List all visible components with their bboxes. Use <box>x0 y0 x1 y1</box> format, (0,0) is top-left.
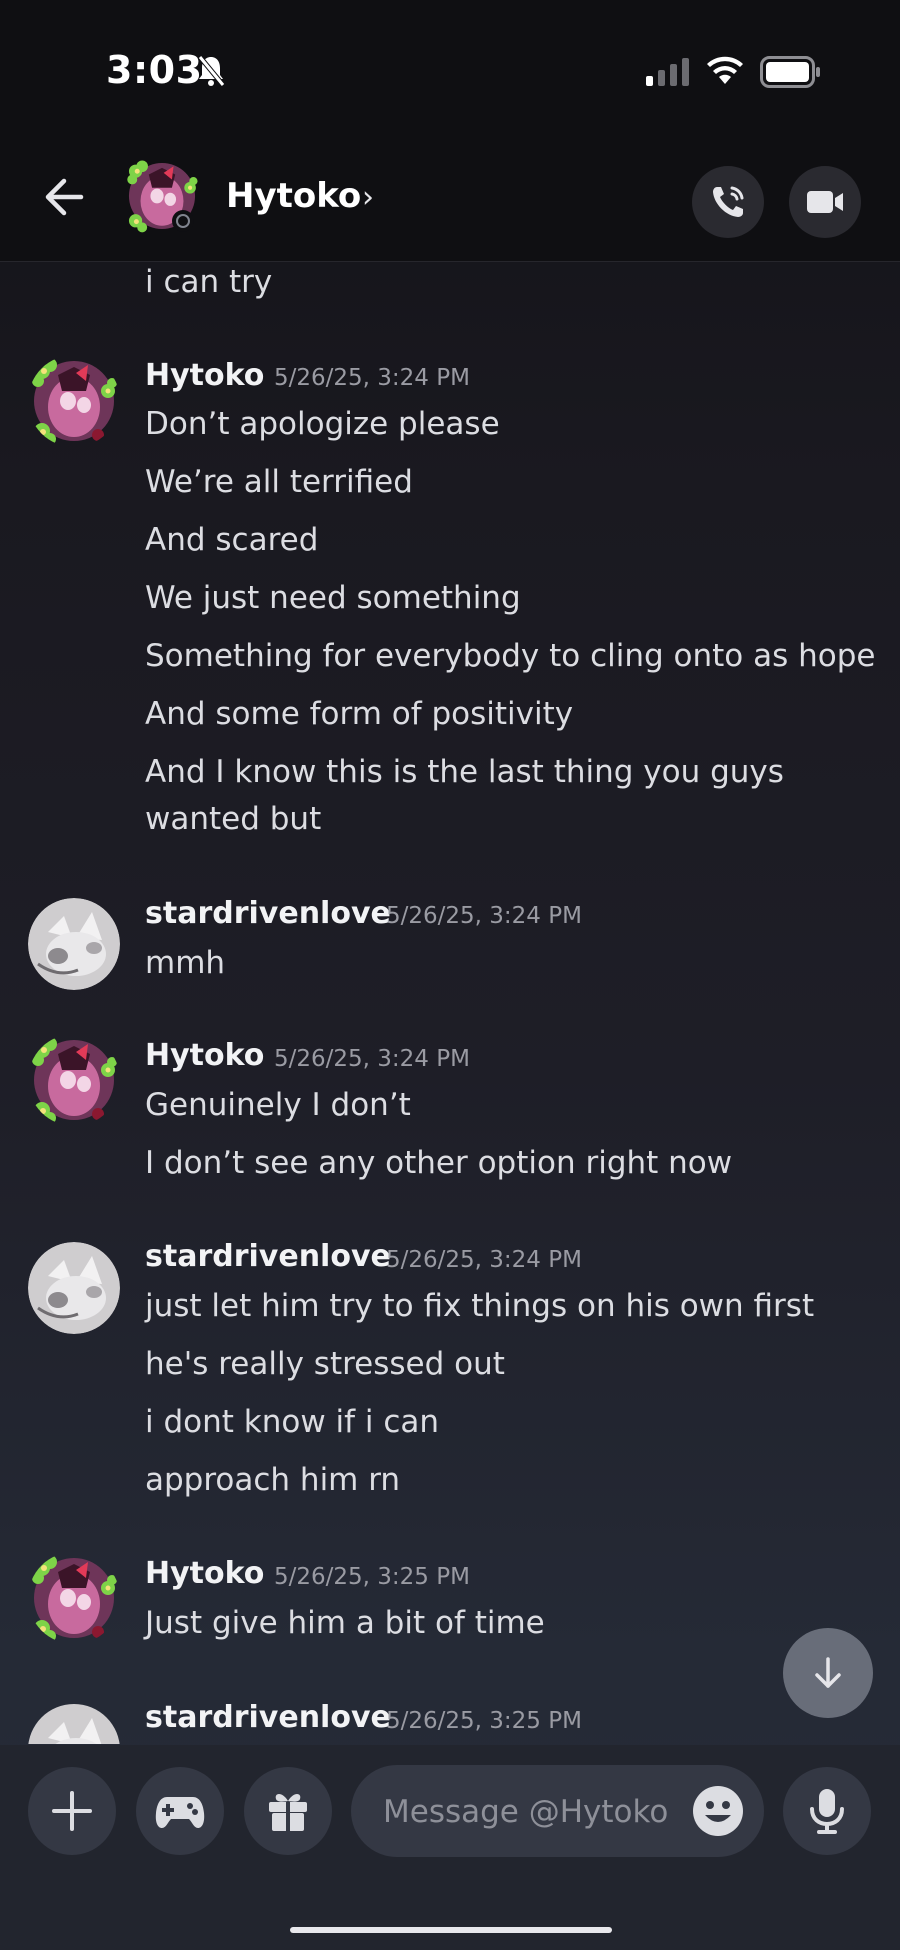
status-bar: 3:03 <box>0 0 900 140</box>
message-text[interactable]: And some form of positivity <box>145 696 573 732</box>
gift-icon <box>269 1794 307 1831</box>
recipient-name[interactable]: Hytoko <box>226 176 361 216</box>
activities-button[interactable] <box>136 1767 224 1855</box>
emoji-icon[interactable] <box>692 1785 744 1837</box>
message-timestamp: 5/26/25, 3:24 PM <box>386 903 582 929</box>
avatar[interactable] <box>28 898 120 990</box>
video-call-button[interactable] <box>789 166 861 238</box>
voice-message-button[interactable] <box>783 1767 871 1855</box>
gamepad-icon <box>155 1797 205 1828</box>
message-text[interactable]: We’re all terrified <box>145 464 413 500</box>
message-timestamp: 5/26/25, 3:25 PM <box>386 1708 582 1734</box>
message-text[interactable]: And scared <box>145 522 318 558</box>
message-text[interactable]: We just need something <box>145 580 521 616</box>
phone-call-icon <box>713 186 744 217</box>
message-text[interactable]: mmh <box>145 945 225 981</box>
gift-button[interactable] <box>244 1767 332 1855</box>
message-text[interactable]: just let him try to fix things on his ow… <box>145 1288 814 1324</box>
message-author[interactable]: stardrivenlove <box>145 1700 391 1735</box>
voice-call-button[interactable] <box>692 166 764 238</box>
message-text[interactable]: Just give him a bit of time <box>145 1605 545 1641</box>
cellular-signal-icon <box>646 58 690 90</box>
message-text[interactable]: I don’t see any other option right now <box>145 1145 732 1181</box>
message-text[interactable]: approach him rn <box>145 1462 400 1498</box>
avatar[interactable] <box>28 1242 120 1334</box>
arrow-down-icon <box>815 1657 841 1688</box>
message-input-container[interactable] <box>351 1765 764 1857</box>
message-author[interactable]: Hytoko <box>145 1038 264 1073</box>
message-text[interactable]: i can try <box>145 264 272 300</box>
message-timestamp: 5/26/25, 3:25 PM <box>274 1564 470 1590</box>
plus-icon <box>52 1791 92 1831</box>
message-text[interactable]: Don’t apologize please <box>145 406 500 442</box>
bell-slash-icon <box>196 54 226 92</box>
avatar[interactable] <box>28 355 120 447</box>
message-timestamp: 5/26/25, 3:24 PM <box>274 365 470 391</box>
arrow-left-icon[interactable] <box>42 175 86 223</box>
chevron-right-icon[interactable]: › <box>362 180 374 215</box>
status-time: 3:03 <box>106 48 203 92</box>
home-indicator[interactable] <box>290 1927 612 1933</box>
message-text[interactable]: wanted but <box>145 801 321 837</box>
message-text[interactable]: Something for everybody to cling onto as… <box>145 638 875 674</box>
message-text[interactable]: And I know this is the last thing you gu… <box>145 754 784 790</box>
battery-icon <box>760 56 822 92</box>
message-text[interactable]: he's really stressed out <box>145 1346 505 1382</box>
status-indicator <box>172 210 194 232</box>
composer-bar <box>0 1745 900 1950</box>
message-author[interactable]: Hytoko <box>145 1556 264 1591</box>
message-text[interactable]: i dont know if i can <box>145 1404 439 1440</box>
wifi-icon <box>706 56 744 90</box>
message-author[interactable]: Hytoko <box>145 358 264 393</box>
message-text[interactable]: Genuinely I don’t <box>145 1087 411 1123</box>
video-camera-icon <box>807 191 843 213</box>
microphone-icon <box>810 1789 844 1834</box>
message-author[interactable]: stardrivenlove <box>145 1239 391 1274</box>
message-timestamp: 5/26/25, 3:24 PM <box>386 1247 582 1273</box>
dm-header: Hytoko › <box>0 140 900 262</box>
add-attachment-button[interactable] <box>28 1767 116 1855</box>
avatar[interactable] <box>28 1704 120 1744</box>
message-author[interactable]: stardrivenlove <box>145 896 391 931</box>
jump-to-latest-button[interactable] <box>783 1628 873 1718</box>
message-timestamp: 5/26/25, 3:24 PM <box>274 1046 470 1072</box>
message-input[interactable] <box>381 1787 675 1837</box>
avatar[interactable] <box>28 1552 120 1644</box>
avatar[interactable] <box>28 1034 120 1126</box>
